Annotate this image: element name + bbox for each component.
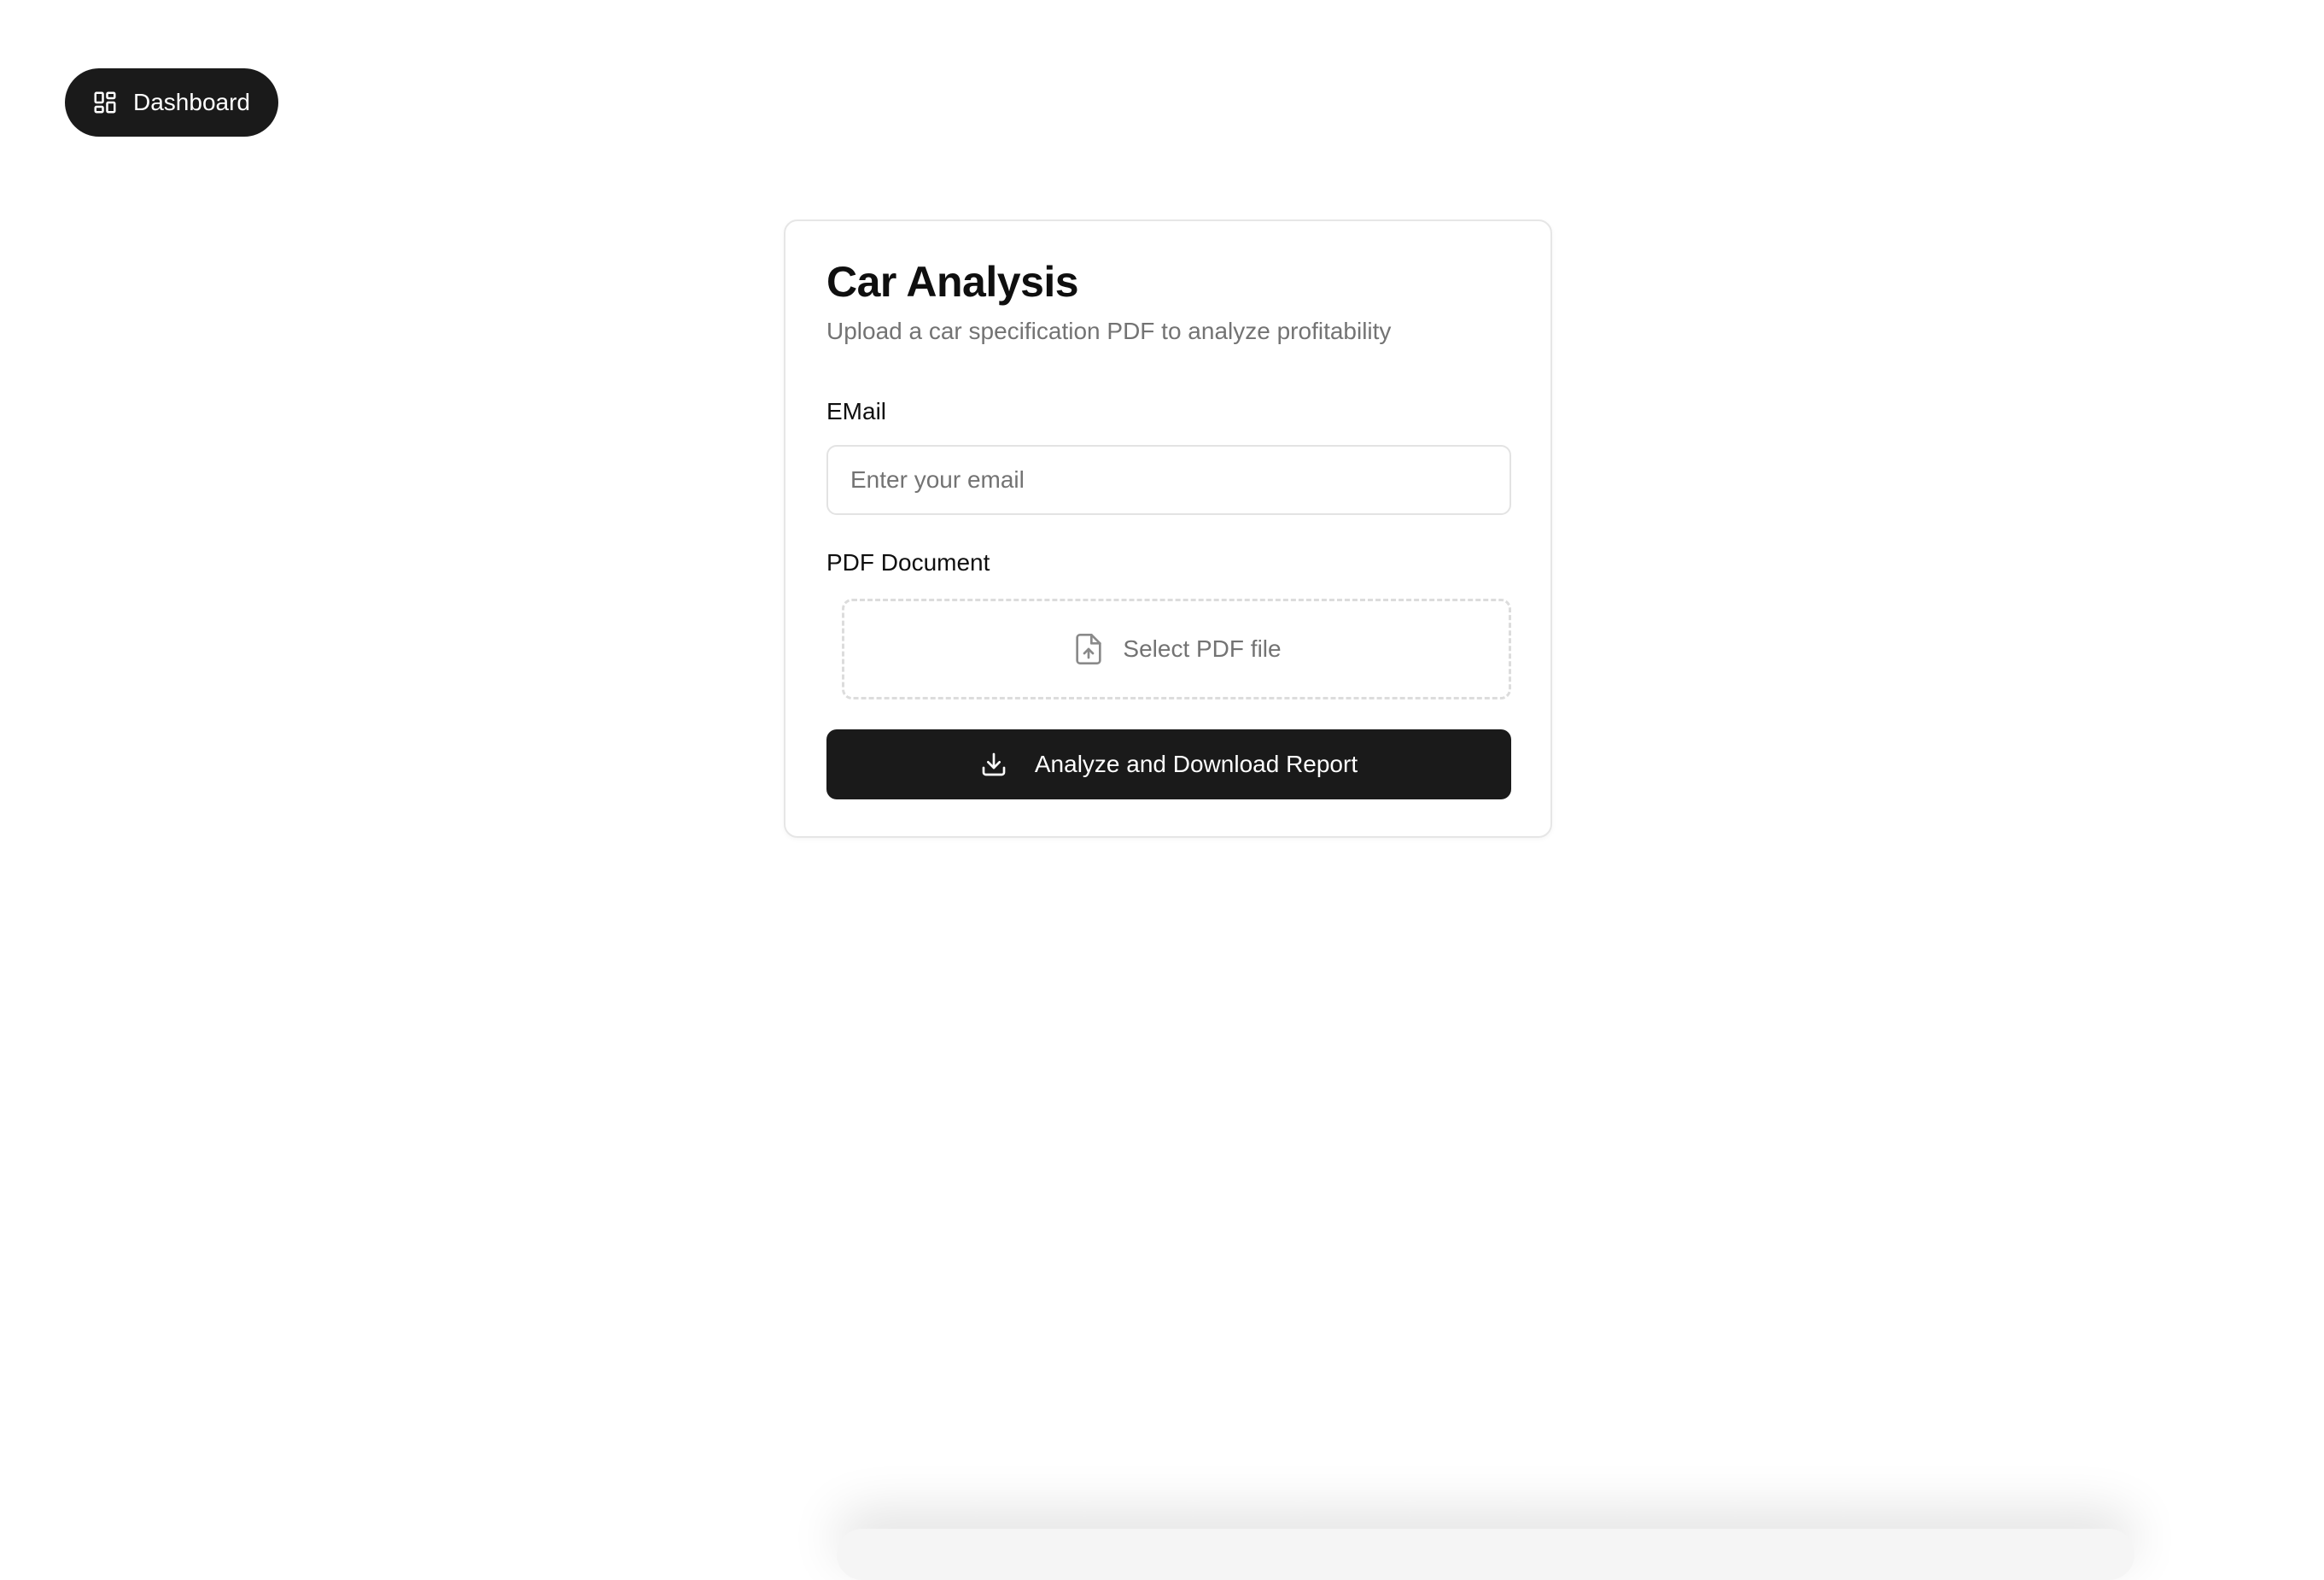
analyze-download-label: Analyze and Download Report (1034, 751, 1358, 777)
download-icon (980, 751, 1007, 778)
dashboard-button-label: Dashboard (133, 89, 250, 115)
layout-dashboard-icon (92, 90, 118, 115)
pdf-document-label: PDF Document (826, 549, 990, 576)
email-input[interactable] (826, 445, 1511, 515)
pdf-file-dropzone[interactable]: Select PDF file (842, 599, 1511, 699)
email-label: EMail (826, 398, 887, 424)
analyze-download-button[interactable]: Analyze and Download Report (826, 729, 1511, 799)
select-pdf-label: Select PDF file (1123, 635, 1282, 662)
card-subtitle: Upload a car specification PDF to analyz… (826, 318, 1392, 344)
dashboard-button[interactable]: Dashboard (65, 68, 278, 137)
car-analysis-card: Car Analysis Upload a car specification … (784, 219, 1552, 838)
bottom-panel-edge (837, 1529, 2134, 1580)
card-title: Car Analysis (826, 258, 1079, 306)
file-upload-icon (1071, 629, 1106, 669)
